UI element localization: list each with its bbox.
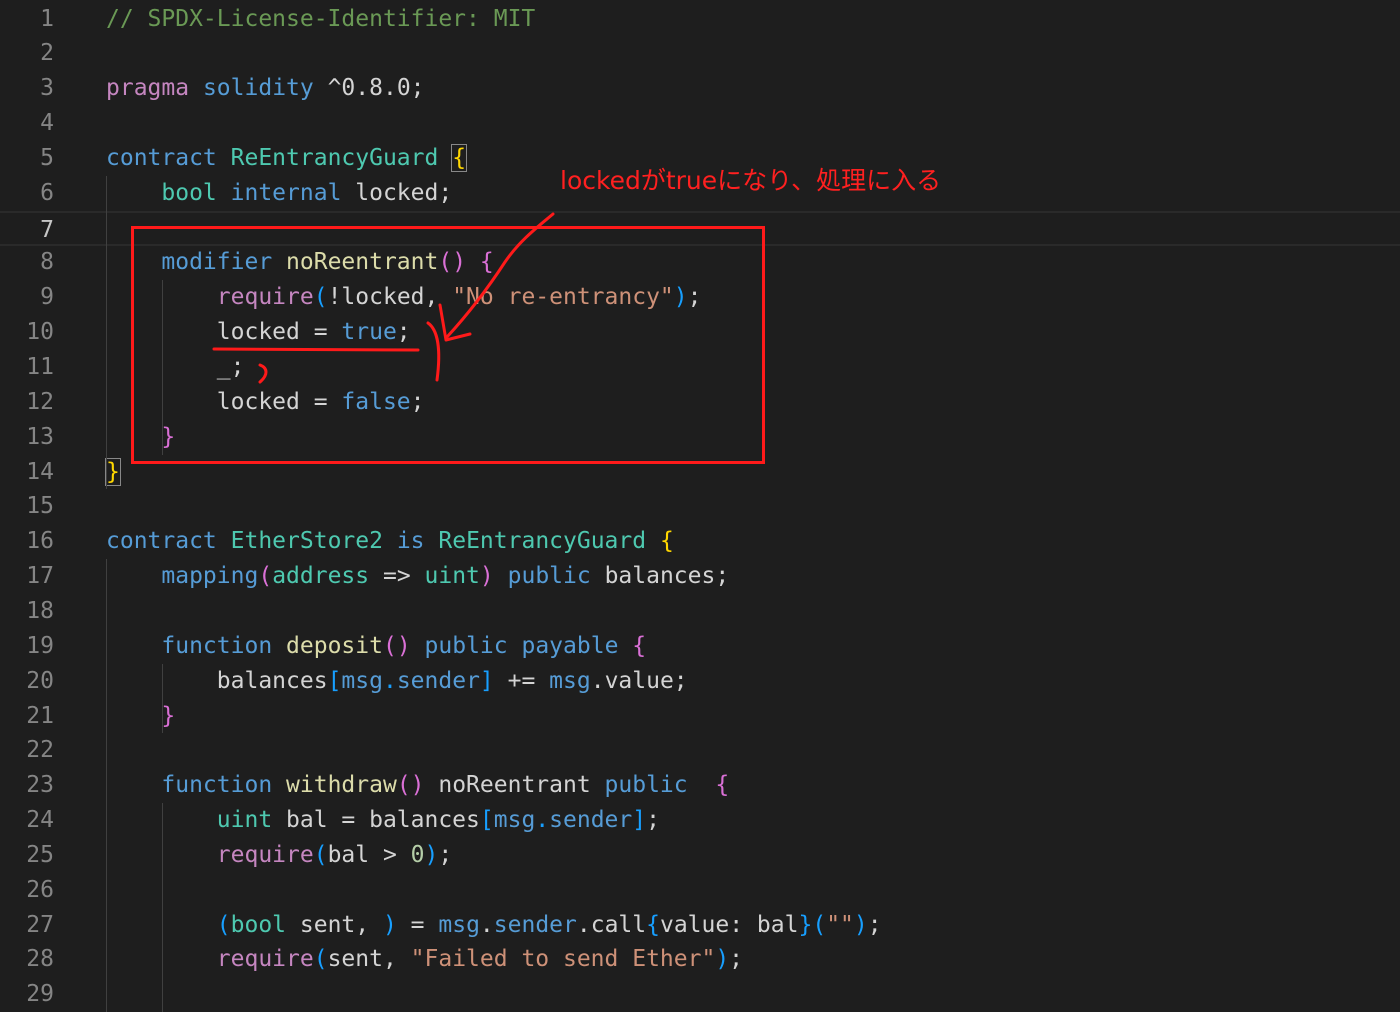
annotation-arrow-head — [438, 303, 472, 342]
annotation-arrow-sketch — [212, 212, 555, 384]
annotation-bracket-small — [258, 363, 268, 384]
annotation-bracket-right — [426, 321, 441, 382]
annotation-arrow-stroke — [445, 212, 555, 339]
annotation-underline — [212, 347, 420, 352]
